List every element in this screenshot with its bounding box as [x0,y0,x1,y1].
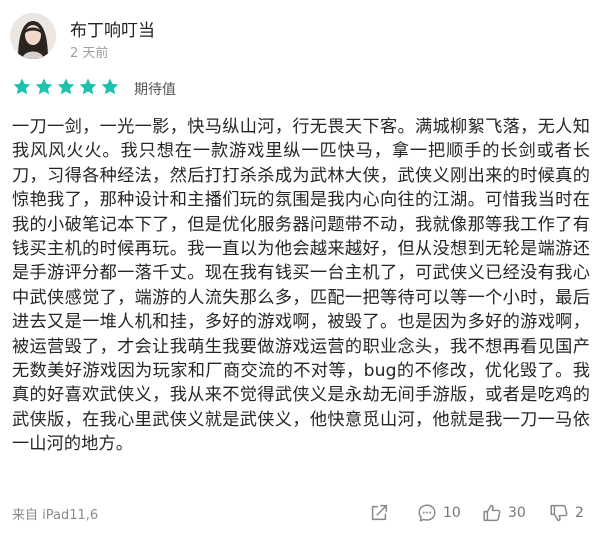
star-icon [79,78,97,95]
comment-button[interactable]: 10 [416,500,461,526]
share-icon [371,504,388,521]
share-button[interactable] [368,500,390,526]
review-text: 一刀一剑，一光一影，快马纵山河，行无畏天下客。满城柳絮飞落，无人知我风风火火。我… [12,117,590,455]
star-icon [101,78,119,95]
star-icon [35,78,53,95]
rating-row: 期待值 [12,77,312,99]
avatar-image [10,13,56,59]
dislike-count: 2 [575,505,584,521]
rating-label: 期待值 [134,82,176,98]
like-button[interactable]: 30 [481,500,526,526]
thumbs-up-icon [483,504,501,522]
avatar[interactable] [10,13,56,59]
like-count: 30 [508,505,526,521]
post-time: 2 天前 [70,46,109,61]
dislike-button[interactable]: 2 [548,500,584,526]
comment-count: 10 [443,505,461,521]
username[interactable]: 布丁响叮当 [70,16,155,41]
device-info: 来自 iPad11,6 [12,508,99,523]
star-icon [13,78,31,95]
review-header: 布丁响叮当 2 天前 [10,13,590,61]
review-footer: 来自 iPad11,6 10 30 2 [0,500,602,528]
star-rating [12,77,120,97]
comment-icon [418,504,436,522]
star-icon [57,78,75,95]
thumbs-down-icon [550,504,568,522]
